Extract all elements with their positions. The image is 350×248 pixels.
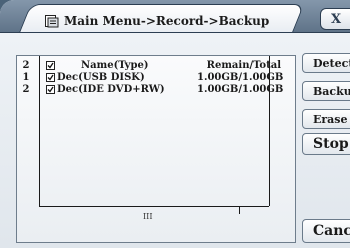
body-panel: 2 Name(Type) Remain/Total 1 Dec(USB DISK… (0, 32, 350, 248)
window-title: Main Menu->Record->Backup (64, 14, 270, 28)
backup-window: Main Menu->Record->Backup X 2 Name(Type)… (0, 0, 350, 248)
detect-button[interactable]: Detect (302, 53, 350, 73)
title-bar: Main Menu->Record->Backup X (0, 0, 350, 35)
row-name: Dec(USB DISK) (57, 72, 145, 83)
scroll-thumb[interactable]: III (143, 212, 152, 221)
close-button[interactable]: X (320, 8, 350, 30)
row-remain: 1.00GB/1.00GB (197, 72, 284, 83)
device-list[interactable]: 2 Name(Type) Remain/Total 1 Dec(USB DISK… (16, 55, 296, 243)
close-icon: X (331, 11, 342, 27)
list-header: 2 Name(Type) Remain/Total (17, 60, 295, 72)
horizontal-scrollbar[interactable]: III (39, 206, 269, 242)
select-all-checkbox[interactable] (46, 61, 55, 70)
row-checkbox[interactable] (46, 85, 55, 94)
table-row[interactable]: 1 Dec(USB DISK) 1.00GB/1.00GB (17, 72, 295, 84)
header-name: Name(Type) (81, 60, 149, 71)
header-count: 2 (22, 60, 30, 71)
backup-button[interactable]: Backup (302, 81, 350, 101)
erase-button[interactable]: Erase (302, 109, 350, 129)
table-row[interactable]: 2 Dec(IDE DVD+RW) 1.00GB/1.00GB (17, 84, 295, 96)
row-name: Dec(IDE DVD+RW) (57, 84, 165, 95)
row-remain: 1.00GB/1.00GB (197, 84, 284, 95)
stop-button[interactable]: Stop (302, 133, 350, 155)
row-number: 1 (22, 72, 30, 83)
row-number: 2 (22, 84, 30, 95)
scroll-marker (239, 206, 240, 214)
row-checkbox[interactable] (46, 73, 55, 82)
drive-icon (44, 13, 60, 29)
header-remain: Remain/Total (206, 60, 281, 71)
cancel-button[interactable]: Cancel (302, 219, 350, 243)
title-content: Main Menu->Record->Backup (44, 10, 269, 32)
